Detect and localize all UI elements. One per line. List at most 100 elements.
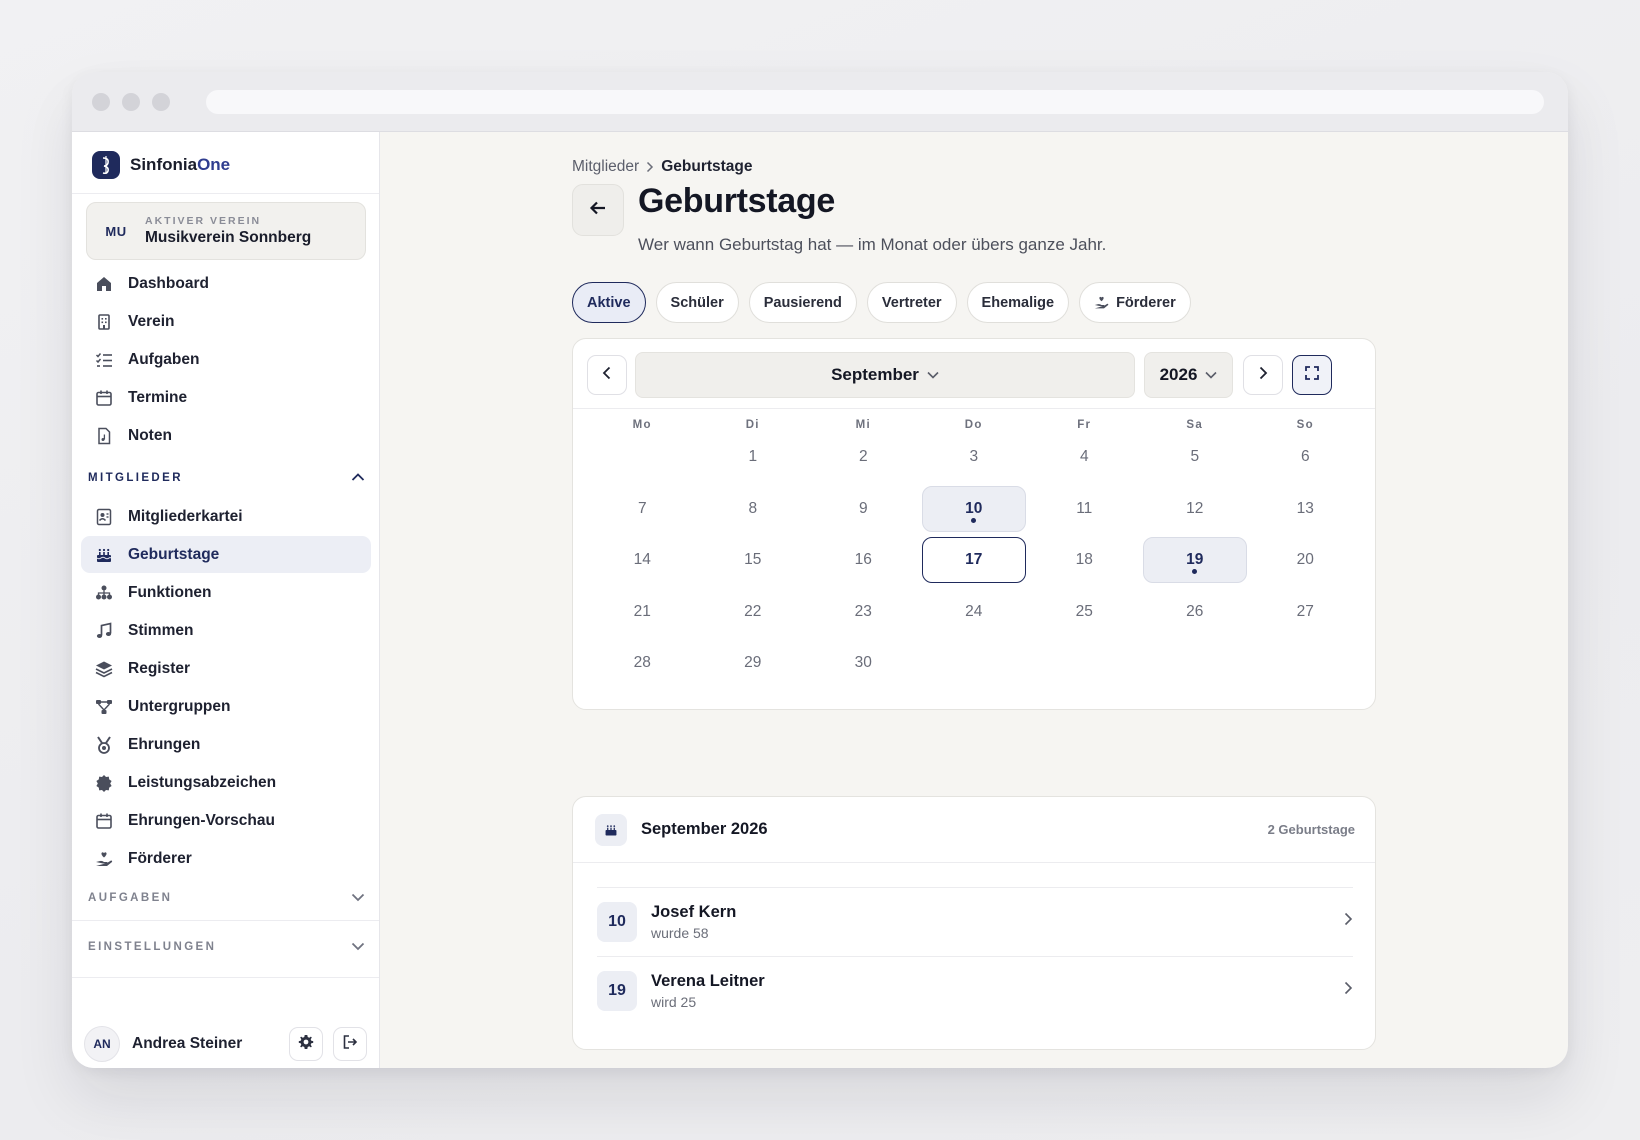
birthday-marker-dot	[971, 517, 977, 523]
calendar-day[interactable]: 29	[701, 640, 805, 686]
calendar-day[interactable]: 22	[701, 589, 805, 635]
filter-chip-schueler[interactable]: Schüler	[655, 282, 739, 323]
calendar-day[interactable]: 3	[922, 434, 1026, 480]
calendar-day[interactable]: 10	[921, 485, 1026, 532]
calendar-day[interactable]: 26	[1143, 589, 1247, 635]
calendar-day[interactable]: 1	[701, 434, 805, 480]
calendar-day-number: 10	[965, 499, 983, 517]
filter-chip-vertreter[interactable]: Vertreter	[866, 282, 957, 323]
sidebar-item-aufgaben[interactable]: Aufgaben	[81, 341, 371, 378]
calendar-day[interactable]: 30	[811, 640, 915, 686]
weekday-header: Di	[745, 419, 760, 431]
brand[interactable]: SinfoniaOne	[92, 150, 230, 180]
calendar-day-number: 28	[633, 654, 651, 671]
filter-chip-ehemalige[interactable]: Ehemalige	[966, 282, 1070, 323]
calendar-day[interactable]: 25	[1032, 589, 1136, 635]
member-name: Josef Kern	[651, 902, 737, 921]
window-close-dot[interactable]	[92, 93, 110, 111]
calendar-day[interactable]: 20	[1253, 537, 1357, 583]
window-maximize-dot[interactable]	[152, 93, 170, 111]
address-bar[interactable]	[206, 90, 1544, 114]
calendar-day[interactable]: 4	[1032, 434, 1136, 480]
sidebar-item-noten[interactable]: Noten	[81, 417, 371, 454]
sidebar-item-label: Aufgaben	[128, 350, 200, 368]
calendar-day[interactable]: 23	[811, 589, 915, 635]
chevron-right-icon	[646, 161, 654, 173]
logout-button[interactable]	[333, 1027, 367, 1061]
fullscreen-button[interactable]	[1292, 355, 1332, 395]
sidebar-item-label: Stimmen	[128, 621, 194, 639]
calendar-day[interactable]: 18	[1032, 537, 1136, 583]
club-badge: MU	[105, 223, 127, 239]
window-minimize-dot[interactable]	[122, 93, 140, 111]
filter-chip-pausierend[interactable]: Pausierend	[748, 282, 857, 323]
calendar-day[interactable]: 11	[1032, 486, 1136, 532]
chevron-down-icon	[351, 938, 365, 956]
sidebar-item-ehrungen-vorschau[interactable]: Ehrungen-Vorschau	[81, 802, 371, 839]
sidebar-item-ehrungen[interactable]: Ehrungen	[81, 726, 371, 763]
calendar-day[interactable]: 28	[590, 640, 694, 686]
calendar-toolbar: September 2026	[573, 339, 1375, 409]
calendar-day-number: 9	[858, 499, 868, 517]
sidebar-item-mitgliederkartei[interactable]: Mitgliederkartei	[81, 498, 371, 535]
sidebar-item-stimmen[interactable]: Stimmen	[81, 612, 371, 649]
sidebar-item-label: Mitgliederkartei	[128, 507, 243, 525]
sidebar-item-verein[interactable]: Verein	[81, 303, 371, 340]
logout-icon	[342, 1034, 358, 1055]
section-toggle-mitglieder[interactable]: MITGLIEDER	[88, 468, 365, 488]
calendar-day[interactable]: 27	[1253, 589, 1357, 635]
section-toggle-aufgaben[interactable]: AUFGABEN	[88, 888, 365, 908]
active-club-card[interactable]: MU AKTIVER VEREIN Musikverein Sonnberg	[86, 202, 366, 260]
calendar-day[interactable]: 14	[590, 537, 694, 583]
calendar-day[interactable]: 9	[811, 486, 915, 532]
calendar-day[interactable]: 16	[811, 537, 915, 583]
sidebar-item-label: Verein	[128, 312, 175, 330]
sidebar-item-geburtstage[interactable]: Geburtstage	[81, 536, 371, 573]
calendar-day[interactable]: 24	[922, 589, 1026, 635]
calendar-day[interactable]: 5	[1143, 434, 1247, 480]
birthday-list-header: September 2026 2 Geburtstage	[573, 797, 1375, 863]
calendar-day[interactable]: 15	[701, 537, 805, 583]
sidebar-item-termine[interactable]: Termine	[81, 379, 371, 416]
calendar-day[interactable]: 7	[590, 486, 694, 532]
prev-month-button[interactable]	[587, 355, 627, 395]
calendar-day-number: 27	[1296, 602, 1314, 620]
checklist-icon	[94, 350, 114, 370]
calendar-day-number: 18	[1075, 551, 1093, 568]
calendar-day-number: 26	[1186, 602, 1204, 620]
calendar-day-number: 17	[965, 551, 983, 568]
sidebar-item-register[interactable]: Register	[81, 650, 371, 687]
sidebar-item-untergruppen[interactable]: Untergruppen	[81, 688, 371, 725]
calendar-day-number: 29	[744, 654, 762, 671]
calendar-day[interactable]: 12	[1143, 486, 1247, 532]
sidebar-item-leistungsabzeichen[interactable]: Leistungsabzeichen	[81, 764, 371, 801]
sidebar-item-foerderer[interactable]: Förderer	[81, 840, 371, 877]
section-toggle-einstellungen[interactable]: EINSTELLUNGEN	[88, 937, 365, 957]
list-item[interactable]: 10 Josef Kern wurde 58	[597, 887, 1353, 955]
breadcrumb-parent-link[interactable]: Mitglieder	[572, 158, 639, 176]
settings-button[interactable]	[289, 1027, 323, 1061]
calendar-day[interactable]: 21	[590, 589, 694, 635]
calendar-day[interactable]: 19	[1142, 537, 1247, 583]
user-row: AN Andrea Steiner	[84, 1024, 367, 1064]
weekday-header: Mo	[632, 419, 652, 431]
chip-label: Aktive	[587, 294, 631, 311]
calendar-day[interactable]: 2	[811, 434, 915, 480]
year-select[interactable]: 2026	[1144, 352, 1233, 398]
calendar-day-number: 16	[854, 551, 872, 568]
calendar-day[interactable]: 8	[701, 486, 805, 532]
calendar-day[interactable]: 13	[1253, 486, 1357, 532]
avatar[interactable]: AN	[84, 1026, 120, 1062]
filter-chip-foerderer[interactable]: Förderer	[1079, 282, 1191, 323]
list-item[interactable]: 19 Verena Leitner wird 25	[597, 956, 1353, 1024]
month-select[interactable]: September	[635, 352, 1135, 398]
calendar-day[interactable]: 17	[921, 537, 1026, 583]
calendar-day[interactable]: 6	[1253, 434, 1357, 480]
next-month-button[interactable]	[1243, 355, 1283, 395]
sidebar-item-dashboard[interactable]: Dashboard	[81, 265, 371, 302]
filter-chip-aktive[interactable]: Aktive	[572, 282, 646, 323]
back-button[interactable]	[572, 184, 624, 236]
sidebar-item-funktionen[interactable]: Funktionen	[81, 574, 371, 611]
arrow-left-icon	[589, 200, 607, 221]
calendar-day-number: 3	[969, 448, 979, 465]
